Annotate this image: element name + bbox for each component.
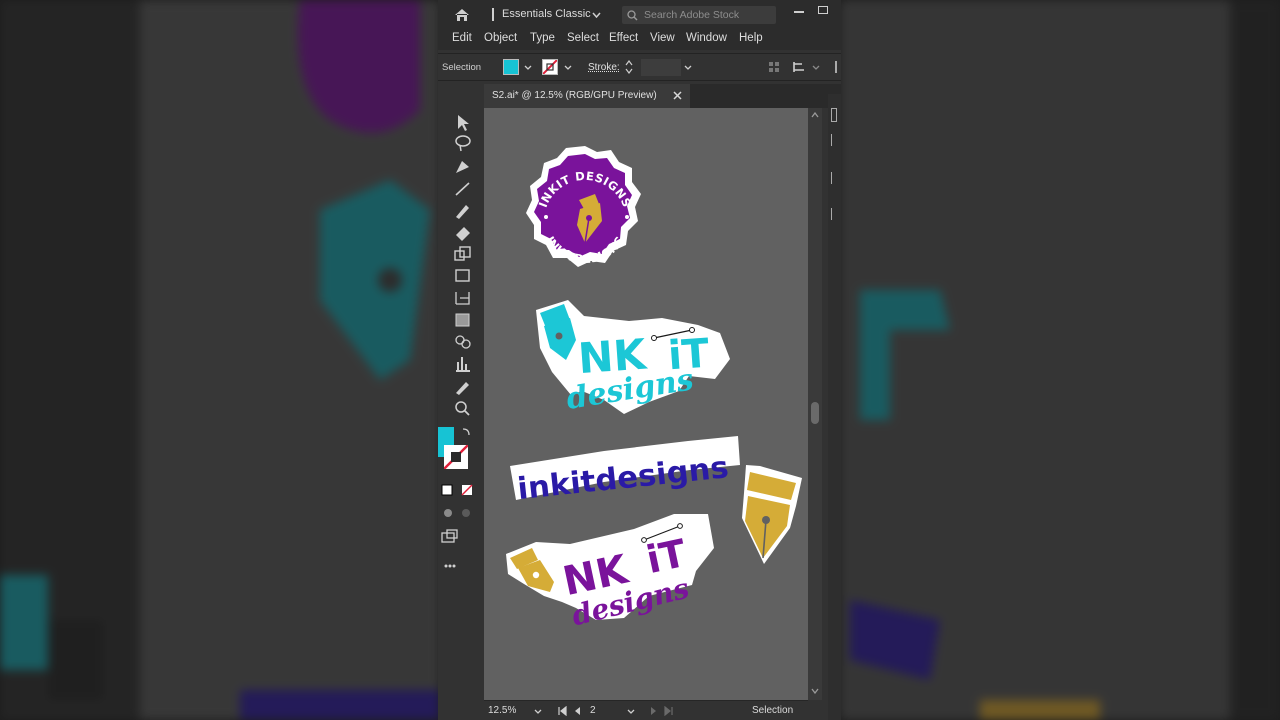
panel-menu-icon[interactable] (835, 61, 840, 73)
maximize-icon[interactable] (818, 6, 828, 14)
search-icon (627, 10, 638, 21)
selection-tool-icon[interactable] (458, 115, 469, 131)
pen-tool-icon[interactable] (456, 161, 469, 173)
control-bar: Selection Stroke: (438, 53, 841, 81)
zoom-level[interactable]: 12.5% (488, 705, 516, 716)
gradient-tool-icon[interactable] (455, 313, 470, 327)
scrollbar-thumb[interactable] (811, 402, 819, 424)
menu-edit[interactable]: Edit (452, 32, 472, 44)
menu-view[interactable]: View (650, 32, 675, 44)
stepper-icon[interactable] (625, 59, 633, 75)
illustrator-window: Essentials Classic Search Adobe Stock Ed… (438, 0, 841, 720)
mesh-tool-icon[interactable] (455, 292, 470, 305)
gold-pen-nib-sticker[interactable] (742, 465, 802, 564)
workspace-switcher[interactable]: Essentials Classic (502, 8, 591, 20)
panel-dock (828, 94, 841, 720)
search-stock-field[interactable]: Search Adobe Stock (622, 6, 776, 24)
menu-help[interactable]: Help (739, 32, 763, 44)
previous-artboard-icon[interactable] (573, 706, 581, 716)
brush-tool-icon[interactable] (456, 205, 469, 219)
default-colors-icon[interactable] (441, 484, 473, 496)
transform-icon[interactable] (792, 60, 806, 74)
drawing-mode-icon[interactable] (444, 509, 470, 517)
stroke-label[interactable]: Stroke: (588, 62, 620, 73)
zoom-tool-icon[interactable] (455, 401, 470, 416)
next-artboard-icon[interactable] (650, 706, 658, 716)
anchor-point (651, 335, 657, 341)
scroll-down-icon[interactable] (811, 688, 819, 694)
grip-icon (492, 8, 494, 21)
chevron-down-icon[interactable] (627, 709, 635, 714)
menu-window[interactable]: Window (686, 32, 727, 44)
inkitdesigns-banner-sticker[interactable]: inkitdesigns (510, 436, 740, 507)
minimize-icon[interactable] (794, 11, 804, 13)
stroke-color-box[interactable] (444, 445, 468, 469)
menu-bar: Edit Object Type Select Effect View Wind… (438, 30, 841, 50)
chevron-down-icon[interactable] (524, 65, 532, 70)
properties-panel-icon[interactable] (831, 108, 837, 122)
badge-dot (625, 215, 629, 219)
eyedropper-icon[interactable] (456, 382, 469, 395)
screen-mode-icon[interactable] (441, 529, 458, 543)
scale-tool-icon[interactable] (454, 246, 471, 261)
chevron-down-icon[interactable] (564, 65, 572, 70)
chevron-down-icon[interactable] (684, 65, 692, 70)
first-artboard-icon[interactable] (557, 706, 567, 716)
chevron-down-icon[interactable] (592, 12, 601, 18)
more-tools-icon[interactable] (444, 564, 456, 568)
last-artboard-icon[interactable] (664, 706, 674, 716)
fill-swatch[interactable] (503, 59, 519, 75)
scroll-up-icon[interactable] (811, 112, 819, 118)
line-tool-icon[interactable] (455, 182, 470, 196)
chevron-down-icon[interactable] (812, 65, 820, 70)
menu-effect[interactable]: Effect (609, 32, 638, 44)
vertical-scrollbar[interactable] (808, 108, 822, 700)
swap-colors-icon[interactable] (462, 428, 470, 436)
lasso-tool-icon[interactable] (455, 135, 471, 152)
free-transform-icon[interactable] (455, 269, 470, 282)
anchor-point (677, 523, 683, 529)
video-frame: Essentials Classic Search Adobe Stock Ed… (0, 0, 1280, 720)
stroke-swatch[interactable] (542, 59, 558, 75)
no-stroke-icon (543, 60, 557, 74)
anchor-point (689, 327, 695, 333)
tools-panel (438, 85, 484, 720)
align-icon[interactable] (768, 61, 780, 73)
swatches-panel-icon[interactable] (831, 208, 837, 220)
status-bar: 12.5% 2 Selection (484, 700, 808, 720)
inkit-cyan-logo-sticker[interactable]: NK iT designs (536, 300, 730, 417)
search-placeholder: Search Adobe Stock (644, 9, 740, 21)
artboard-canvas[interactable]: INKIT DESIGNS INKITDESIGNS NK iT designs… (484, 108, 808, 700)
menu-type[interactable]: Type (530, 32, 555, 44)
document-tab[interactable]: S2.ai* @ 12.5% (RGB/GPU Preview) (484, 84, 690, 108)
graph-tool-icon[interactable] (456, 357, 470, 372)
libraries-panel-icon[interactable] (831, 172, 837, 184)
home-icon[interactable] (454, 8, 470, 22)
artwork: INKIT DESIGNS INKITDESIGNS NK iT designs… (506, 146, 802, 632)
anchor-point (641, 537, 647, 543)
chevron-down-icon[interactable] (534, 709, 542, 714)
blend-tool-icon[interactable] (455, 335, 471, 349)
document-tab-title: S2.ai* @ 12.5% (RGB/GPU Preview) (492, 90, 657, 101)
badge-dot (544, 215, 548, 219)
inkit-purple-logo-sticker[interactable]: NK iT designs (506, 514, 714, 632)
selection-mode-label: Selection (442, 62, 482, 73)
layers-panel-icon[interactable] (831, 134, 837, 146)
current-tool-label: Selection (752, 705, 794, 716)
artboard-number[interactable]: 2 (590, 705, 596, 716)
menu-object[interactable]: Object (484, 32, 517, 44)
eraser-tool-icon[interactable] (456, 227, 470, 241)
inkit-badge-sticker[interactable]: INKIT DESIGNS INKITDESIGNS (526, 146, 641, 267)
stroke-weight-field[interactable] (641, 59, 681, 76)
menu-select[interactable]: Select (567, 32, 599, 44)
close-icon[interactable] (673, 91, 682, 100)
document-tab-bar: S2.ai* @ 12.5% (RGB/GPU Preview) (484, 84, 841, 108)
title-bar: Essentials Classic Search Adobe Stock (438, 0, 841, 30)
